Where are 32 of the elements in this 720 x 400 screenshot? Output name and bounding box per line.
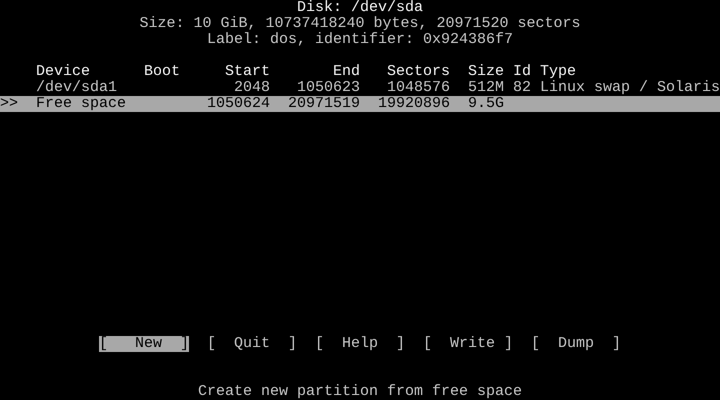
table-cell-text: 512M bbox=[467, 80, 504, 96]
status-hint: Create new partition from free space bbox=[198, 384, 522, 400]
column-header: End bbox=[332, 64, 360, 80]
table-cell-text: 2048 bbox=[233, 80, 270, 96]
column-header: Boot bbox=[144, 64, 180, 80]
disk-label: Label: dos, identifier: 0x924386f7 bbox=[206, 32, 514, 48]
partition-row[interactable]: /dev/sda1 2048 1050623 1048576 512M 82 Linux swap / Solaris bbox=[0, 80, 720, 96]
table-cell-text: 1050624 bbox=[206, 96, 270, 112]
partition-row[interactable]: >> Free space 1050624 20971519 19920896 9.5G bbox=[0, 96, 720, 112]
column-header: Sectors bbox=[386, 64, 450, 80]
column-header: Type bbox=[540, 64, 578, 80]
disk-title: Disk: /dev/sda bbox=[296, 0, 424, 16]
table-cell-text: 19920896 bbox=[377, 96, 450, 112]
menu-button[interactable]: [ New ] bbox=[98, 336, 189, 352]
table-cell-text: 20971519 bbox=[287, 96, 360, 112]
menu-button[interactable]: [ Dump ] bbox=[531, 336, 622, 352]
column-header: Id bbox=[512, 64, 532, 80]
table-cell-text: 1050623 bbox=[296, 80, 360, 96]
table-cell-text: 1048576 bbox=[386, 80, 450, 96]
menu-button[interactable]: [ Quit ] bbox=[206, 336, 297, 352]
table-cell-text: 9.5G bbox=[467, 96, 504, 112]
column-header: Size bbox=[467, 64, 504, 80]
column-header: Device bbox=[36, 64, 92, 80]
table-cell-text: 82 bbox=[512, 80, 532, 96]
table-cell: Linux swap / Solaris bbox=[540, 80, 720, 96]
row-marker: >> bbox=[0, 96, 20, 112]
table-cell-text: Free space bbox=[36, 96, 128, 112]
table-cell-text: /dev/sda1 bbox=[36, 80, 118, 96]
disk-size: Size: 10 GiB, 10737418240 bytes, 20971520 sectors bbox=[139, 16, 581, 32]
column-header: Start bbox=[224, 64, 270, 80]
menu-button[interactable]: [ Help ] bbox=[314, 336, 405, 352]
menu-button[interactable]: [ Write ] bbox=[423, 336, 514, 352]
